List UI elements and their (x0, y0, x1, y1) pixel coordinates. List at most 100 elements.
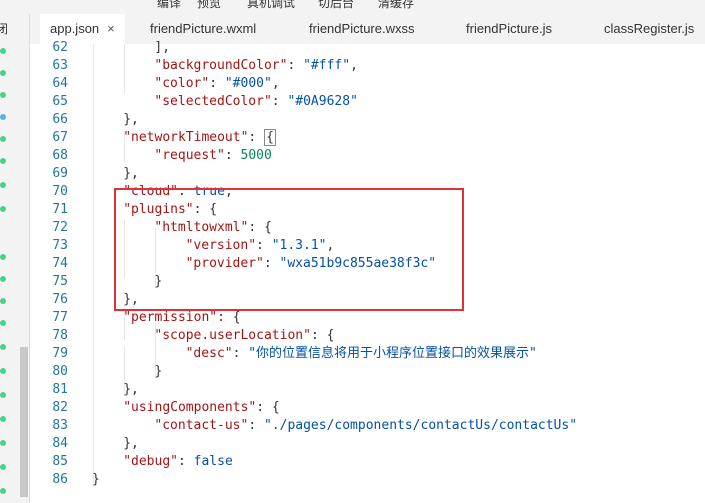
sidebar-scrollbar[interactable] (20, 347, 28, 497)
code-text: }, (123, 381, 139, 399)
code-line[interactable]: 69}, (30, 165, 705, 183)
code-text: "plugins": { (123, 201, 217, 219)
code-line[interactable]: 62], (30, 39, 705, 57)
json-punctuation: : (177, 454, 194, 469)
code-line[interactable]: 86} (30, 471, 705, 489)
code-line[interactable]: 81}, (30, 381, 705, 399)
modified-marker-icon (0, 440, 6, 446)
code-text: } (154, 363, 162, 381)
code-line[interactable]: 64 "color": "#000", (30, 75, 705, 93)
code-line[interactable]: 77 "permission": { (30, 309, 705, 327)
code-text: "backgroundColor": "#fff", (154, 57, 358, 75)
line-number: 67 (52, 130, 68, 145)
tab-label: friendPicture.js (466, 21, 552, 36)
line-number: 86 (52, 472, 68, 487)
code-text: "usingComponents": { (123, 399, 280, 417)
json-value: "#fff" (303, 58, 351, 73)
json-key: "plugins" (123, 202, 194, 217)
line-number: 74 (52, 256, 68, 271)
code-line[interactable]: 67 "networkTimeout": { (30, 129, 705, 147)
json-punctuation: : { (310, 328, 335, 343)
modified-marker-icon (0, 114, 6, 120)
code-line[interactable]: 63 "backgroundColor": "#fff", (30, 57, 705, 75)
line-number: 73 (52, 238, 68, 253)
line-number: 77 (52, 310, 68, 325)
code-text: "provider": "wxa51b9c855ae38f3c" (186, 255, 436, 273)
code-line[interactable]: 71 "plugins": { (30, 201, 705, 219)
code-line[interactable]: 65 "selectedColor": "#0A9628" (30, 93, 705, 111)
modified-marker-icon (0, 158, 6, 164)
json-punctuation: : (263, 256, 280, 271)
json-punctuation: , (224, 184, 233, 199)
code-line[interactable]: 79 "desc": "你的位置信息将用于小程序位置接口的效果展示" (30, 345, 705, 363)
code-text: "networkTimeout": { (123, 129, 276, 147)
line-number: 62 (52, 40, 68, 55)
code-line[interactable]: 80} (30, 363, 705, 381)
line-number: 81 (52, 382, 68, 397)
line-number: 85 (52, 454, 68, 469)
json-key: "request" (154, 148, 225, 163)
json-value: false (193, 454, 233, 469)
code-line[interactable]: 70 "cloud": true, (30, 183, 705, 201)
code-line[interactable]: 68 "request": 5000 (30, 147, 705, 165)
json-punctuation: : (209, 76, 225, 91)
code-text: } (154, 273, 162, 291)
tab-label: app.json (50, 21, 100, 36)
json-punctuation: , (271, 76, 280, 91)
json-key: "usingComponents" (123, 400, 257, 415)
json-value: "#0A9628" (287, 94, 358, 109)
modified-marker-icon (0, 464, 6, 470)
code-line[interactable]: 75} (30, 273, 705, 291)
json-key: "version" (185, 238, 257, 253)
code-line[interactable]: 72 "htmltowxml": { (30, 219, 705, 237)
json-punctuation: : (177, 184, 194, 199)
code-text: "htmltowxml": { (154, 219, 271, 237)
code-text: "color": "#000", (154, 75, 279, 93)
line-number: 78 (52, 328, 68, 343)
line-number: 75 (52, 274, 68, 289)
json-punctuation: }, (123, 382, 139, 397)
toolbar-compile-button[interactable]: 编译 (157, 0, 181, 11)
json-punctuation: } (154, 364, 163, 379)
code-text: "version": "1.3.1", (186, 237, 335, 255)
code-line[interactable]: 73 "version": "1.3.1", (30, 237, 705, 255)
close-icon[interactable]: × (107, 21, 115, 36)
code-line[interactable]: 85 "debug": false (30, 453, 705, 471)
modified-marker-icon (0, 206, 6, 212)
json-punctuation: : (287, 58, 304, 73)
json-key: "provider" (185, 256, 264, 271)
code-line[interactable]: 74 "provider": "wxa51b9c855ae38f3c" (30, 255, 705, 273)
line-number: 79 (52, 346, 68, 361)
modified-marker-icon (0, 392, 6, 398)
modified-marker-icon (0, 136, 6, 142)
toolbar-remote-debug-button[interactable]: 真机调试 (247, 0, 295, 11)
tab-label: classRegister.js (604, 21, 695, 36)
json-key: "color" (154, 76, 210, 91)
code-text: "contact-us": "./pages/components/contac… (154, 417, 577, 435)
json-key: "cloud" (123, 184, 178, 199)
code-line[interactable]: 83 "contact-us": "./pages/components/cont… (30, 417, 705, 435)
line-number: 70 (52, 184, 68, 199)
code-line[interactable]: 84}, (30, 435, 705, 453)
json-key: "backgroundColor" (154, 58, 288, 73)
code-text: "debug": false (123, 453, 233, 471)
code-line[interactable]: 78 "scope.userLocation": { (30, 327, 705, 345)
json-punctuation: : { (217, 310, 241, 325)
line-number: 82 (52, 400, 68, 415)
json-punctuation: }, (123, 436, 139, 451)
toolbar-preview-button[interactable]: 预览 (197, 0, 221, 11)
code-editor[interactable]: 62], 63 "backgroundColor": "#fff", 64 "color… (30, 40, 705, 503)
code-text: "permission": { (123, 309, 240, 327)
json-punctuation: : (232, 346, 249, 361)
line-number: 68 (52, 148, 68, 163)
code-line[interactable]: 66}, (30, 111, 705, 129)
json-punctuation: : (224, 148, 241, 163)
modified-marker-icon (0, 276, 6, 282)
code-line[interactable]: 82 "usingComponents": { (30, 399, 705, 417)
toolbar-background-button[interactable]: 切后台 (318, 0, 354, 11)
toolbar-clear-cache-button[interactable]: 清缓存 (378, 0, 414, 11)
json-punctuation: , (326, 238, 335, 253)
json-number: 5000 (240, 148, 272, 163)
line-number: 66 (52, 112, 68, 127)
code-line[interactable]: 76}, (30, 291, 705, 309)
